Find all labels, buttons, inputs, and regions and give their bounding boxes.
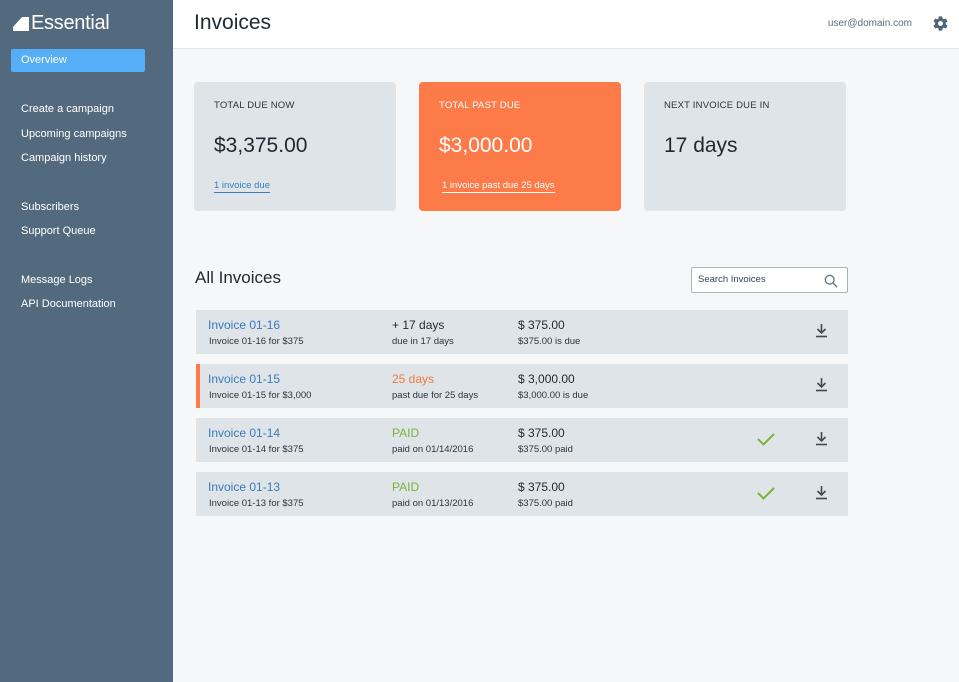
sidebar-item-overview[interactable]: Overview xyxy=(11,49,145,72)
logo-text: Essential xyxy=(31,12,110,34)
section-title: All Invoices xyxy=(195,268,281,287)
sidebar-item-api-documentation[interactable]: API Documentation xyxy=(21,298,116,310)
check-icon xyxy=(757,487,775,500)
card-value: $3,000.00 xyxy=(439,134,533,157)
invoice-row[interactable]: Invoice 01-14 Invoice 01-14 for $375 PAI… xyxy=(196,418,848,462)
sidebar-item-subscribers[interactable]: Subscribers xyxy=(21,201,79,213)
header: Invoices user@domain.com xyxy=(173,0,959,49)
invoice-title[interactable]: Invoice 01-16 xyxy=(208,318,280,332)
sidebar-item-message-logs[interactable]: Message Logs xyxy=(21,274,93,286)
invoice-past-due-link[interactable]: 1 invoice past due 25 days xyxy=(442,180,555,193)
invoice-subtitle: Invoice 01-14 for $375 xyxy=(209,444,304,455)
invoice-status-detail: paid on 01/14/2016 xyxy=(392,444,474,455)
invoice-amount-detail: $375.00 paid xyxy=(518,498,573,509)
sidebar: Essential Overview Create a campaign Upc… xyxy=(0,0,173,682)
invoice-amount: $ 375.00 xyxy=(518,318,565,332)
invoice-amount-detail: $375.00 paid xyxy=(518,444,573,455)
invoice-amount: $ 375.00 xyxy=(518,426,565,440)
card-total-due-now: TOTAL DUE NOW $3,375.00 1 invoice due xyxy=(194,82,396,211)
page-title: Invoices xyxy=(194,11,272,34)
invoice-amount-detail: $375.00 is due xyxy=(518,336,581,347)
download-icon[interactable] xyxy=(815,377,828,392)
invoice-status-detail: paid on 01/13/2016 xyxy=(392,498,474,509)
card-label: NEXT INVOICE DUE IN xyxy=(664,100,770,111)
invoice-status: 25 days xyxy=(392,372,435,386)
invoice-title[interactable]: Invoice 01-14 xyxy=(208,426,280,440)
invoice-row[interactable]: Invoice 01-13 Invoice 01-13 for $375 PAI… xyxy=(196,472,848,516)
card-value: 17 days xyxy=(664,134,738,157)
logo-icon xyxy=(13,16,29,31)
download-icon[interactable] xyxy=(815,485,828,500)
invoice-subtitle: Invoice 01-13 for $375 xyxy=(209,498,304,509)
card-label: TOTAL DUE NOW xyxy=(214,100,295,111)
invoice-subtitle: Invoice 01-16 for $375 xyxy=(209,336,304,347)
invoice-status-detail: past due for 25 days xyxy=(392,390,479,401)
sidebar-item-create-campaign[interactable]: Create a campaign xyxy=(21,103,114,115)
invoice-subtitle: Invoice 01-15 for $3,000 xyxy=(209,390,312,401)
logo[interactable]: Essential xyxy=(13,12,110,35)
sidebar-item-upcoming-campaigns[interactable]: Upcoming campaigns xyxy=(21,128,127,140)
search-box[interactable] xyxy=(691,267,848,293)
download-icon[interactable] xyxy=(815,323,828,338)
invoice-status: PAID xyxy=(392,480,420,494)
invoice-status-detail: due in 17 days xyxy=(392,336,454,347)
search-icon[interactable] xyxy=(824,274,838,288)
card-value: $3,375.00 xyxy=(214,134,308,157)
download-icon[interactable] xyxy=(815,431,828,446)
invoice-amount: $ 375.00 xyxy=(518,480,565,494)
invoice-row[interactable]: Invoice 01-16 Invoice 01-16 for $375 + 1… xyxy=(196,310,848,354)
sidebar-item-support-queue[interactable]: Support Queue xyxy=(21,225,96,237)
invoice-amount-detail: $3,000.00 is due xyxy=(518,390,589,401)
sidebar-item-campaign-history[interactable]: Campaign history xyxy=(21,152,107,164)
card-label: TOTAL PAST DUE xyxy=(439,100,521,111)
user-email[interactable]: user@domain.com xyxy=(828,18,912,29)
invoice-row-overdue[interactable]: Invoice 01-15 Invoice 01-15 for $3,000 2… xyxy=(196,364,848,408)
search-input[interactable] xyxy=(698,274,818,285)
invoice-title[interactable]: Invoice 01-15 xyxy=(208,372,280,386)
card-total-past-due: TOTAL PAST DUE $3,000.00 1 invoice past … xyxy=(419,82,621,211)
invoice-status: PAID xyxy=(392,426,420,440)
invoice-due-link[interactable]: 1 invoice due xyxy=(214,180,270,193)
invoice-title[interactable]: Invoice 01-13 xyxy=(208,480,280,494)
invoice-amount: $ 3,000.00 xyxy=(518,372,575,386)
gear-icon[interactable] xyxy=(932,15,949,32)
card-next-invoice: NEXT INVOICE DUE IN 17 days xyxy=(644,82,846,211)
check-icon xyxy=(757,433,775,446)
invoice-status: + 17 days xyxy=(392,318,445,332)
